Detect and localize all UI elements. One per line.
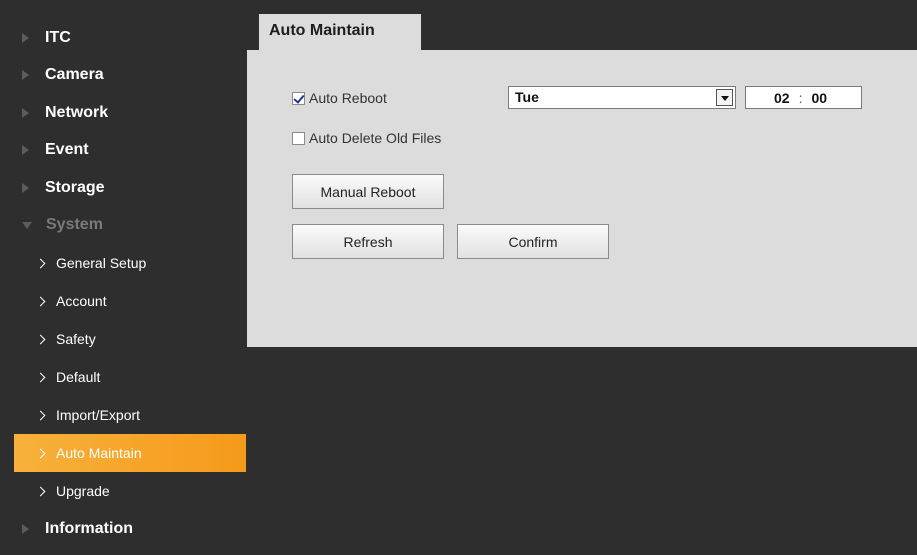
sidebar-item-label: Event [45,141,89,159]
sidebar-subitem-general-setup[interactable]: General Setup [0,244,246,282]
sidebar-item-label: Information [45,519,133,537]
collapse-arrow-icon [22,221,32,229]
sidebar-item-network[interactable]: Network [0,94,246,132]
auto-delete-checkbox[interactable] [292,131,305,145]
manual-reboot-button[interactable]: Manual Reboot [292,174,444,209]
chevron-right-icon [35,258,46,268]
expand-arrow-icon [22,70,29,81]
auto-delete-row: Auto Delete Old Files [292,130,441,146]
sidebar-item-label: ITC [45,28,71,46]
sidebar-item-event[interactable]: Event [0,132,246,170]
expand-arrow-icon [22,523,29,534]
sidebar-subitem-upgrade[interactable]: Upgrade [0,472,246,510]
sidebar-subitem-label: Auto Maintain [56,445,142,461]
sidebar: ITC Camera Network Event Storage System … [0,0,246,555]
confirm-button[interactable]: Confirm [457,224,609,259]
sidebar-subitem-label: Import/Export [56,407,141,423]
auto-reboot-row: Auto Reboot [292,90,387,106]
sidebar-subitem-default[interactable]: Default [0,358,246,396]
chevron-right-icon [35,372,46,382]
chevron-right-icon [35,296,46,306]
sidebar-item-label: Camera [45,66,104,84]
sidebar-subitem-safety[interactable]: Safety [0,320,246,358]
expand-arrow-icon [22,32,29,43]
sidebar-subitem-import-export[interactable]: Import/Export [0,396,246,434]
sidebar-subitem-auto-maintain[interactable]: Auto Maintain [14,434,246,472]
sidebar-subitem-label: General Setup [56,255,147,271]
sidebar-item-label: Storage [45,178,105,196]
chevron-right-icon [35,448,46,458]
sidebar-subitem-label: Upgrade [56,483,110,499]
reboot-day-select[interactable]: Tue [508,86,736,109]
sidebar-subitem-label: Account [56,293,107,309]
chevron-right-icon [35,486,46,496]
sidebar-item-label: Network [45,103,109,121]
refresh-button[interactable]: Refresh [292,224,444,259]
auto-reboot-checkbox[interactable] [292,91,305,105]
expand-arrow-icon [22,107,29,118]
sidebar-subitem-label: Default [56,369,101,385]
chevron-right-icon [35,334,46,344]
sidebar-item-system[interactable]: System [0,207,246,245]
reboot-minute-field[interactable]: 00 [811,90,827,106]
sidebar-item-storage[interactable]: Storage [0,169,246,207]
auto-delete-label: Auto Delete Old Files [309,130,442,146]
expand-arrow-icon [22,145,29,156]
sidebar-subitem-account[interactable]: Account [0,282,246,320]
auto-maintain-panel: Auto Reboot Tue 02 : 00 Auto Delete Old … [247,50,917,347]
sidebar-item-itc[interactable]: ITC [0,19,246,57]
reboot-hour-field[interactable]: 02 [774,90,790,106]
auto-reboot-label: Auto Reboot [309,90,387,106]
reboot-time-input[interactable]: 02 : 00 [745,86,862,109]
time-separator: : [798,89,803,106]
expand-arrow-icon [22,182,29,193]
sidebar-subitem-label: Safety [56,331,96,347]
sidebar-item-label: System [46,216,103,234]
tab-auto-maintain[interactable]: Auto Maintain [259,14,421,50]
chevron-right-icon [35,410,46,420]
sidebar-item-information[interactable]: Information [0,510,246,548]
chevron-down-icon[interactable] [716,89,733,106]
reboot-day-value: Tue [515,89,539,105]
sidebar-item-camera[interactable]: Camera [0,57,246,95]
